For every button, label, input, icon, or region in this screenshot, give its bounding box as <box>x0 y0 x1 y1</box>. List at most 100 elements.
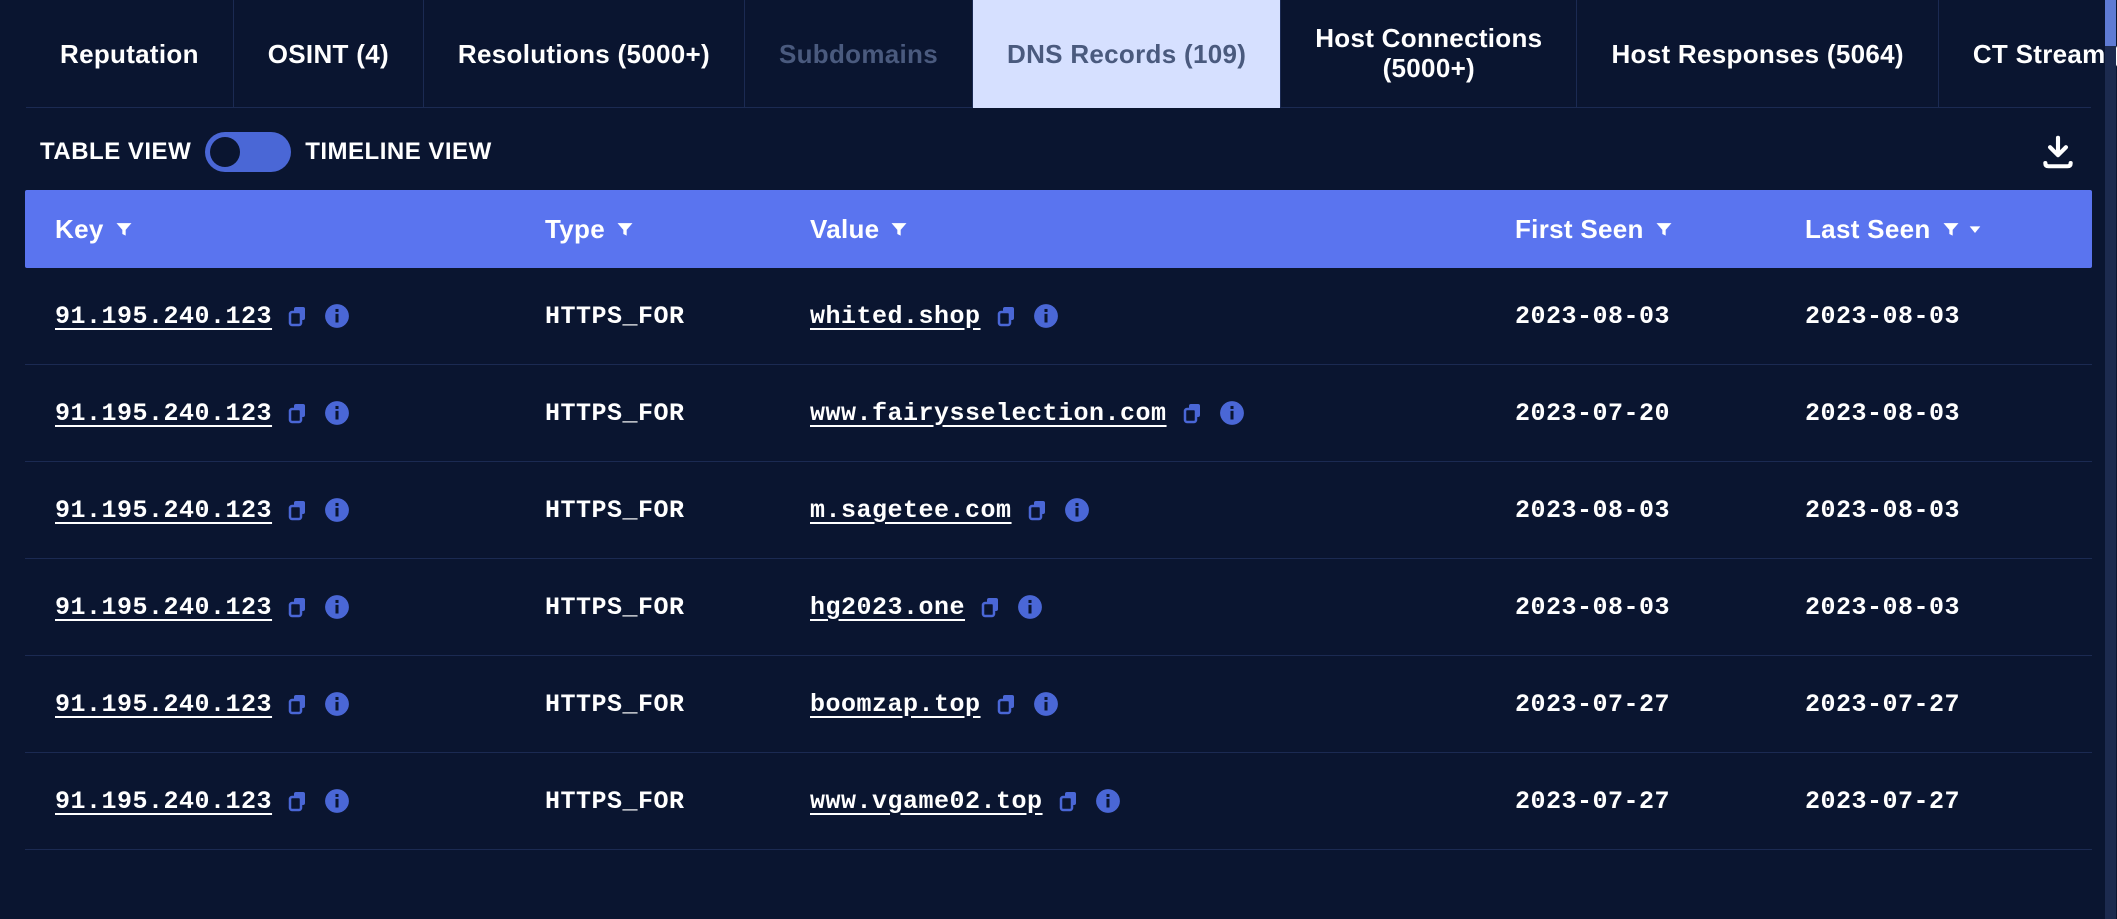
scrollbar[interactable] <box>2105 0 2116 919</box>
copy-icon[interactable] <box>1026 498 1050 522</box>
tab-resolutions[interactable]: Resolutions (5000+) <box>424 0 745 108</box>
tab-ct-stream[interactable]: CT Stream (0) <box>1939 0 2117 108</box>
table-row: 91.195.240.123 HTTPS_FOR hg2023.one 2023-08… <box>25 559 2092 656</box>
key-link[interactable]: 91.195.240.123 <box>55 496 272 525</box>
download-icon[interactable] <box>2039 133 2077 171</box>
filter-icon[interactable] <box>889 219 909 239</box>
last-seen-text: 2023-08-03 <box>1805 399 1960 428</box>
info-icon[interactable] <box>324 788 350 814</box>
col-last-seen[interactable]: Last Seen <box>1775 214 2065 245</box>
cell-type: HTTPS_FOR <box>515 787 780 816</box>
info-icon[interactable] <box>1033 303 1059 329</box>
cell-first-seen: 2023-07-27 <box>1485 787 1775 816</box>
filter-icon[interactable] <box>1941 219 1961 239</box>
cell-value: www.fairysselection.com <box>780 399 1485 428</box>
copy-icon[interactable] <box>286 304 310 328</box>
value-link[interactable]: m.sagetee.com <box>810 496 1012 525</box>
cell-first-seen: 2023-08-03 <box>1485 593 1775 622</box>
timeline-view-label: TIMELINE VIEW <box>305 138 492 166</box>
copy-icon[interactable] <box>995 692 1019 716</box>
info-icon[interactable] <box>324 594 350 620</box>
table-body: 91.195.240.123 HTTPS_FOR whited.shop 2023-0… <box>25 268 2092 850</box>
tab-host-connections[interactable]: Host Connections (5000+) <box>1281 0 1577 108</box>
cell-type: HTTPS_FOR <box>515 690 780 719</box>
cell-key: 91.195.240.123 <box>25 302 515 331</box>
cell-key: 91.195.240.123 <box>25 787 515 816</box>
cell-last-seen: 2023-08-03 <box>1775 593 2065 622</box>
filter-icon[interactable] <box>1654 219 1674 239</box>
copy-icon[interactable] <box>286 789 310 813</box>
value-link[interactable]: www.fairysselection.com <box>810 399 1167 428</box>
sort-desc-icon[interactable] <box>1967 221 1983 237</box>
table-view-label: TABLE VIEW <box>40 138 191 166</box>
scrollbar-thumb[interactable] <box>2105 0 2116 46</box>
copy-icon[interactable] <box>995 304 1019 328</box>
filter-icon[interactable] <box>114 219 134 239</box>
table-row: 91.195.240.123 HTTPS_FOR www.fairysselecti… <box>25 365 2092 462</box>
filter-icon[interactable] <box>615 219 635 239</box>
type-text: HTTPS_FOR <box>545 690 685 719</box>
type-text: HTTPS_FOR <box>545 302 685 331</box>
cell-value: www.vgame02.top <box>780 787 1485 816</box>
value-link[interactable]: hg2023.one <box>810 593 965 622</box>
info-icon[interactable] <box>324 497 350 523</box>
cell-type: HTTPS_FOR <box>515 496 780 525</box>
col-first-seen[interactable]: First Seen <box>1485 214 1775 245</box>
value-link[interactable]: whited.shop <box>810 302 981 331</box>
cell-first-seen: 2023-08-03 <box>1485 302 1775 331</box>
col-last-seen-label: Last Seen <box>1805 214 1931 245</box>
info-icon[interactable] <box>324 691 350 717</box>
copy-icon[interactable] <box>286 692 310 716</box>
info-icon[interactable] <box>324 303 350 329</box>
col-key-label: Key <box>55 214 104 245</box>
copy-icon[interactable] <box>979 595 1003 619</box>
key-link[interactable]: 91.195.240.123 <box>55 787 272 816</box>
value-link[interactable]: www.vgame02.top <box>810 787 1043 816</box>
toggle-knob <box>210 137 240 167</box>
info-icon[interactable] <box>1033 691 1059 717</box>
cell-first-seen: 2023-07-27 <box>1485 690 1775 719</box>
tab-dns-records[interactable]: DNS Records (109) <box>973 0 1281 108</box>
key-link[interactable]: 91.195.240.123 <box>55 302 272 331</box>
copy-icon[interactable] <box>286 595 310 619</box>
info-icon[interactable] <box>1017 594 1043 620</box>
table-row: 91.195.240.123HTTPS_FORm.sagetee.com2023… <box>25 462 2092 559</box>
tabs-bar: Reputation OSINT (4) Resolutions (5000+)… <box>26 0 2091 108</box>
copy-icon[interactable] <box>1057 789 1081 813</box>
info-icon[interactable] <box>1095 788 1121 814</box>
cell-type: HTTPS_FOR <box>515 399 780 428</box>
cell-key: 91.195.240.123 <box>25 496 515 525</box>
copy-icon[interactable] <box>286 498 310 522</box>
cell-key: 91.195.240.123 <box>25 690 515 719</box>
view-toggle[interactable] <box>205 132 291 172</box>
type-text: HTTPS_FOR <box>545 496 685 525</box>
key-link[interactable]: 91.195.240.123 <box>55 690 272 719</box>
value-link[interactable]: boomzap.top <box>810 690 981 719</box>
type-text: HTTPS_FOR <box>545 787 685 816</box>
col-type[interactable]: Type <box>515 214 780 245</box>
col-value[interactable]: Value <box>780 214 1485 245</box>
tab-osint[interactable]: OSINT (4) <box>234 0 424 108</box>
col-key[interactable]: Key <box>25 214 515 245</box>
table-header: Key Type Value First Seen Last Seen <box>25 190 2092 268</box>
cell-last-seen: 2023-08-03 <box>1775 302 2065 331</box>
cell-type: HTTPS_FOR <box>515 302 780 331</box>
tab-reputation[interactable]: Reputation <box>26 0 234 108</box>
cell-key: 91.195.240.123 <box>25 399 515 428</box>
info-icon[interactable] <box>1064 497 1090 523</box>
type-text: HTTPS_FOR <box>545 593 685 622</box>
copy-icon[interactable] <box>286 401 310 425</box>
key-link[interactable]: 91.195.240.123 <box>55 593 272 622</box>
last-seen-text: 2023-07-27 <box>1805 787 1960 816</box>
tab-host-responses[interactable]: Host Responses (5064) <box>1577 0 1938 108</box>
info-icon[interactable] <box>1219 400 1245 426</box>
type-text: HTTPS_FOR <box>545 399 685 428</box>
cell-value: hg2023.one <box>780 593 1485 622</box>
copy-icon[interactable] <box>1181 401 1205 425</box>
key-link[interactable]: 91.195.240.123 <box>55 399 272 428</box>
tab-subdomains[interactable]: Subdomains <box>745 0 973 108</box>
info-icon[interactable] <box>324 400 350 426</box>
first-seen-text: 2023-07-27 <box>1515 690 1670 719</box>
cell-value: m.sagetee.com <box>780 496 1485 525</box>
col-first-seen-label: First Seen <box>1515 214 1644 245</box>
